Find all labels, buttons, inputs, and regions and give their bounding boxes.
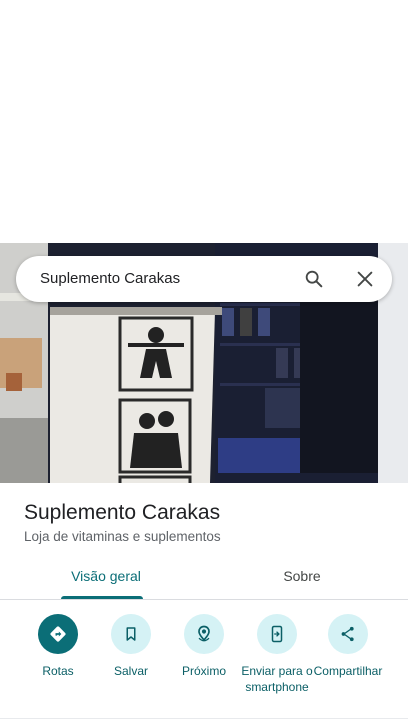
search-box[interactable]: Suplemento Carakas bbox=[16, 256, 392, 302]
share-label: Compartilhar bbox=[313, 664, 383, 678]
search-icon[interactable] bbox=[303, 268, 325, 290]
save-button[interactable]: Salvar bbox=[91, 614, 171, 679]
tabs-divider bbox=[0, 599, 408, 600]
directions-label: Rotas bbox=[42, 664, 74, 678]
nearby-label: Próximo bbox=[181, 664, 226, 678]
search-input[interactable]: Suplemento Carakas bbox=[40, 270, 180, 287]
share-button[interactable]: Compartilhar bbox=[310, 614, 386, 679]
nearby-icon bbox=[184, 614, 224, 654]
bookmark-icon bbox=[111, 614, 151, 654]
bottom-divider bbox=[0, 718, 408, 719]
save-label: Salvar bbox=[113, 664, 148, 678]
tab-about[interactable]: Sobre bbox=[222, 568, 382, 584]
directions-button[interactable]: Rotas bbox=[18, 614, 98, 679]
send-to-phone-label: Enviar para o smartphone bbox=[241, 664, 313, 694]
map-area[interactable] bbox=[0, 0, 408, 243]
close-icon[interactable] bbox=[354, 268, 376, 290]
place-category: Loja de vitaminas e suplementos bbox=[24, 529, 221, 544]
send-to-phone-icon bbox=[257, 614, 297, 654]
tab-overview[interactable]: Visão geral bbox=[24, 568, 188, 584]
directions-icon bbox=[38, 614, 78, 654]
send-to-phone-button[interactable]: Enviar para o smartphone bbox=[237, 614, 317, 695]
nearby-button[interactable]: Próximo bbox=[164, 614, 244, 679]
share-icon bbox=[328, 614, 368, 654]
place-title: Suplemento Carakas bbox=[24, 501, 221, 524]
